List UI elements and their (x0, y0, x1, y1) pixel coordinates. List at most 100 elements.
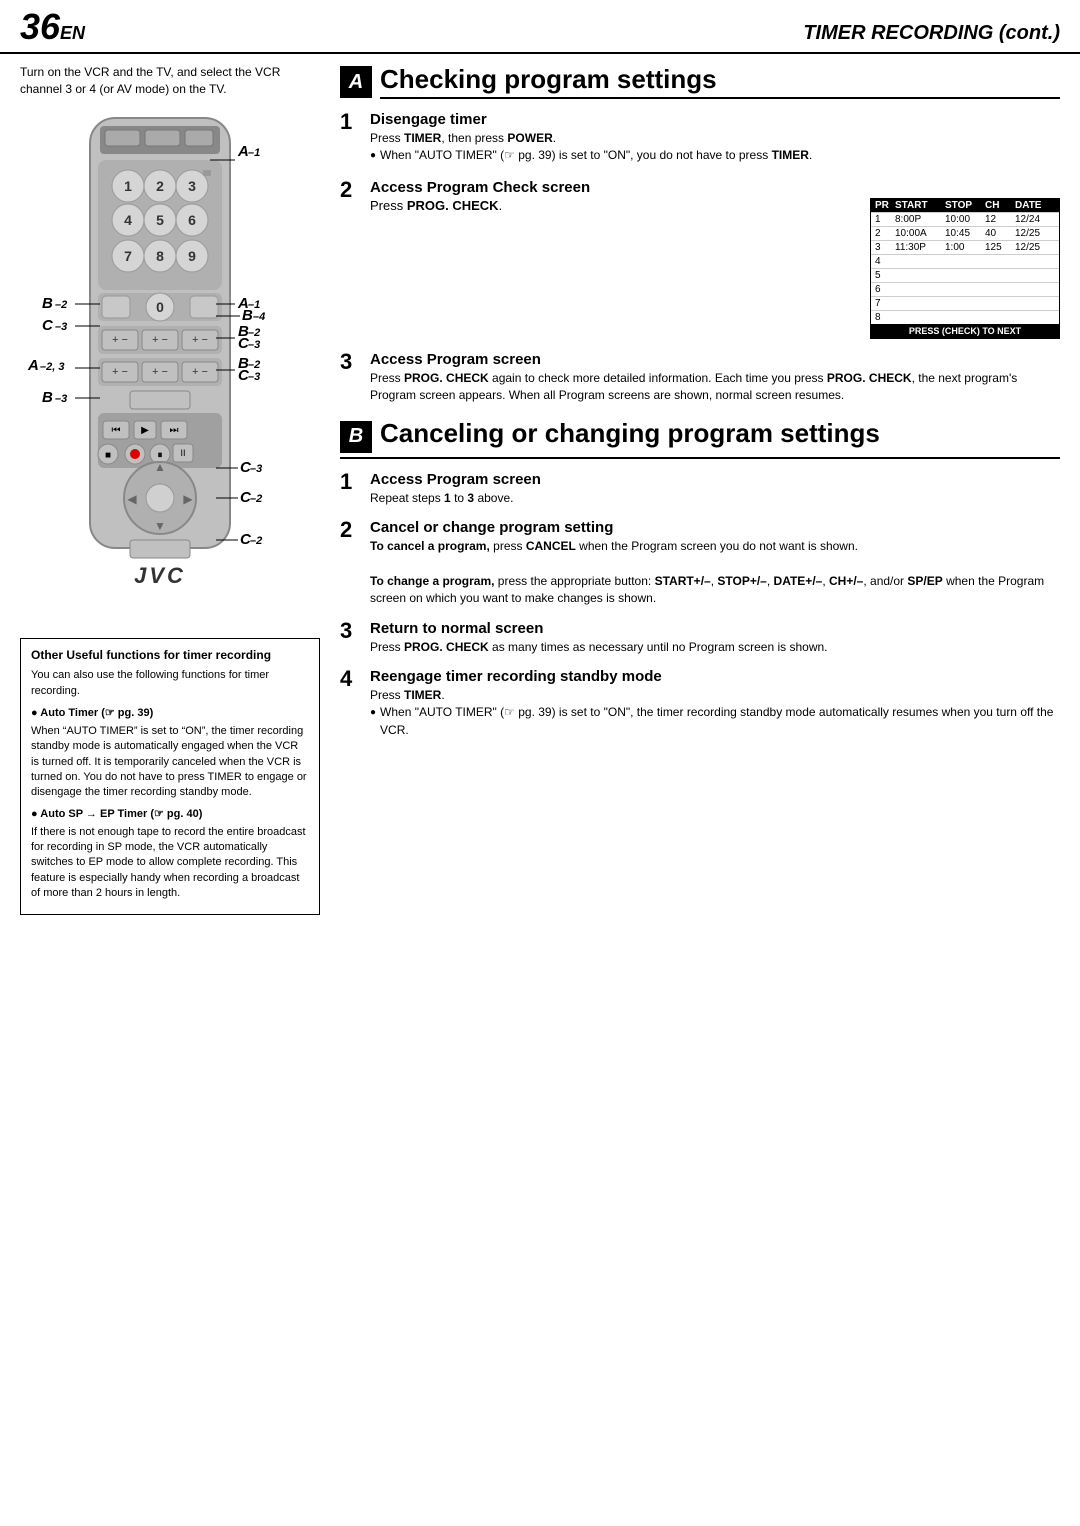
section-b-badge: B (340, 421, 372, 453)
svg-text:0: 0 (156, 299, 164, 315)
step-b4-num: 4 (340, 668, 362, 741)
svg-text:▲: ▲ (154, 460, 166, 474)
svg-text:–3: –3 (250, 463, 262, 475)
right-column: A Checking program settings 1 Disengage … (340, 64, 1060, 915)
step-a1-num: 1 (340, 111, 362, 167)
step-b2-title: Cancel or change program setting (370, 519, 1060, 536)
left-column: Turn on the VCR and the TV, and select t… (20, 64, 320, 915)
remote-illustration: 1 2 3 4 5 6 7 8 (20, 108, 320, 628)
svg-text:B: B (42, 295, 53, 312)
table-row: 1 8:00P 10:00 12 12/24 (871, 212, 1059, 226)
step-b4-title: Reengage timer recording standby mode (370, 668, 1060, 685)
step-a1: 1 Disengage timer Press TIMER, then pres… (340, 111, 1060, 167)
section-a-title: Checking program settings (380, 64, 1060, 99)
step-a3-title: Access Program screen (370, 351, 1060, 368)
svg-text:▼: ▼ (154, 519, 166, 533)
table-row: 6 (871, 282, 1059, 296)
step-a3-body: Press PROG. CHECK again to check more de… (370, 370, 1060, 405)
table-row: 4 (871, 254, 1059, 268)
svg-text:B: B (42, 389, 53, 406)
section-b-title: Canceling or changing program settings (380, 419, 1060, 448)
table-row: 3 11:30P 1:00 125 12/25 (871, 240, 1059, 254)
svg-text:◀: ◀ (127, 492, 137, 506)
svg-text:3: 3 (188, 178, 196, 194)
info-box-title: Other Useful functions for timer recordi… (31, 647, 309, 664)
step-b4-bullet: When "AUTO TIMER" (☞ pg. 39) is set to "… (370, 704, 1060, 739)
step-b2: 2 Cancel or change program setting To ca… (340, 519, 1060, 608)
table-row: 2 10:00A 10:45 40 12/25 (871, 226, 1059, 240)
step-a1-bullet: When "AUTO TIMER" (☞ pg. 39) is set to "… (370, 147, 1060, 164)
svg-text:A: A (27, 357, 39, 374)
table-row: 5 (871, 268, 1059, 282)
info-box-intro: You can also use the following functions… (31, 668, 309, 700)
svg-text:–2: –2 (248, 327, 260, 339)
svg-text:–3: –3 (55, 393, 67, 405)
step-b2-body: To cancel a program, press CANCEL when t… (370, 538, 1060, 608)
remote-svg: 1 2 3 4 5 6 7 8 (20, 108, 320, 628)
table-row: 8 (871, 310, 1059, 324)
svg-text:4: 4 (124, 212, 132, 228)
svg-text:7: 7 (124, 248, 132, 264)
section-b-heading: B Canceling or changing program settings (340, 419, 1060, 459)
step-b1-body: Repeat steps 1 to 3 above. (370, 490, 1060, 507)
step-b3-title: Return to normal screen (370, 620, 1060, 637)
step-b1-title: Access Program screen (370, 471, 1060, 488)
svg-text:B: B (242, 307, 253, 324)
main-content: Turn on the VCR and the TV, and select t… (0, 54, 1080, 925)
svg-text:+ −: + − (112, 334, 128, 346)
svg-text:–2: –2 (250, 535, 262, 547)
svg-text:–4: –4 (253, 311, 265, 323)
prog-check-area: Press PROG. CHECK. PR START STOP CH DATE (370, 198, 1060, 339)
step-b4-bullet-text: When "AUTO TIMER" (☞ pg. 39) is set to "… (380, 704, 1060, 739)
svg-text:–3: –3 (248, 371, 260, 383)
step-b3-body: Press PROG. CHECK as many times as neces… (370, 639, 1060, 656)
svg-text:–2: –2 (55, 299, 67, 311)
program-table: PR START STOP CH DATE 1 8:00P 10:00 12 (870, 198, 1060, 339)
svg-text:6: 6 (188, 212, 196, 228)
page-header: 36EN TIMER RECORDING (cont.) (0, 0, 1080, 54)
svg-text:–1: –1 (248, 147, 260, 159)
step-a1-body: Press TIMER, then press POWER. When "AUT… (370, 130, 1060, 165)
svg-text:+ −: + − (192, 366, 208, 378)
svg-text:C: C (42, 317, 54, 334)
step-b3: 3 Return to normal screen Press PROG. CH… (340, 620, 1060, 656)
svg-text:–3: –3 (55, 321, 67, 333)
step-a2-title: Access Program Check screen (370, 179, 1060, 196)
info-item-1-body: When “AUTO TIMER” is set to “ON”, the ti… (31, 724, 309, 801)
step-a1-bullet-text: When "AUTO TIMER" (☞ pg. 39) is set to "… (380, 147, 812, 164)
svg-text:+ −: + − (152, 366, 168, 378)
svg-text:2: 2 (156, 178, 164, 194)
svg-text:▶: ▶ (141, 425, 149, 436)
prog-table-header: PR START STOP CH DATE (871, 199, 1059, 212)
step-b1: 1 Access Program screen Repeat steps 1 t… (340, 471, 1060, 507)
svg-text:–3: –3 (248, 339, 260, 351)
svg-text:+ −: + − (152, 334, 168, 346)
step-b4: 4 Reengage timer recording standby mode … (340, 668, 1060, 741)
svg-text:1: 1 (124, 178, 132, 194)
svg-text:+ −: + − (192, 334, 208, 346)
svg-text:■: ■ (105, 450, 111, 461)
intro-text: Turn on the VCR and the TV, and select t… (20, 64, 320, 98)
step-a3-num: 3 (340, 351, 362, 405)
info-box: Other Useful functions for timer recordi… (20, 638, 320, 915)
table-row: 7 (871, 296, 1059, 310)
svg-text:–2: –2 (250, 493, 262, 505)
svg-text:JVC: JVC (134, 563, 186, 588)
svg-text:II: II (180, 448, 185, 458)
svg-text:–2, 3: –2, 3 (40, 361, 64, 373)
svg-text:8: 8 (156, 248, 164, 264)
page-title: TIMER RECORDING (cont.) (803, 22, 1060, 45)
svg-text:5: 5 (156, 212, 164, 228)
step-b3-num: 3 (340, 620, 362, 656)
step-b4-body: Press TIMER. When "AUTO TIMER" (☞ pg. 39… (370, 687, 1060, 739)
prog-check-text: Press PROG. CHECK. (370, 198, 858, 213)
step-b1-num: 1 (340, 471, 362, 507)
info-item-2-body: If there is not enough tape to record th… (31, 825, 309, 902)
svg-text:–2: –2 (248, 359, 260, 371)
step-a1-title: Disengage timer (370, 111, 1060, 128)
step-a2: 2 Access Program Check screen Press PROG… (340, 179, 1060, 339)
svg-text:▶: ▶ (183, 492, 193, 506)
svg-text:+ −: + − (112, 366, 128, 378)
svg-text:9: 9 (188, 248, 196, 264)
info-item-1-title: ● Auto Timer (☞ pg. 39) (31, 706, 309, 722)
